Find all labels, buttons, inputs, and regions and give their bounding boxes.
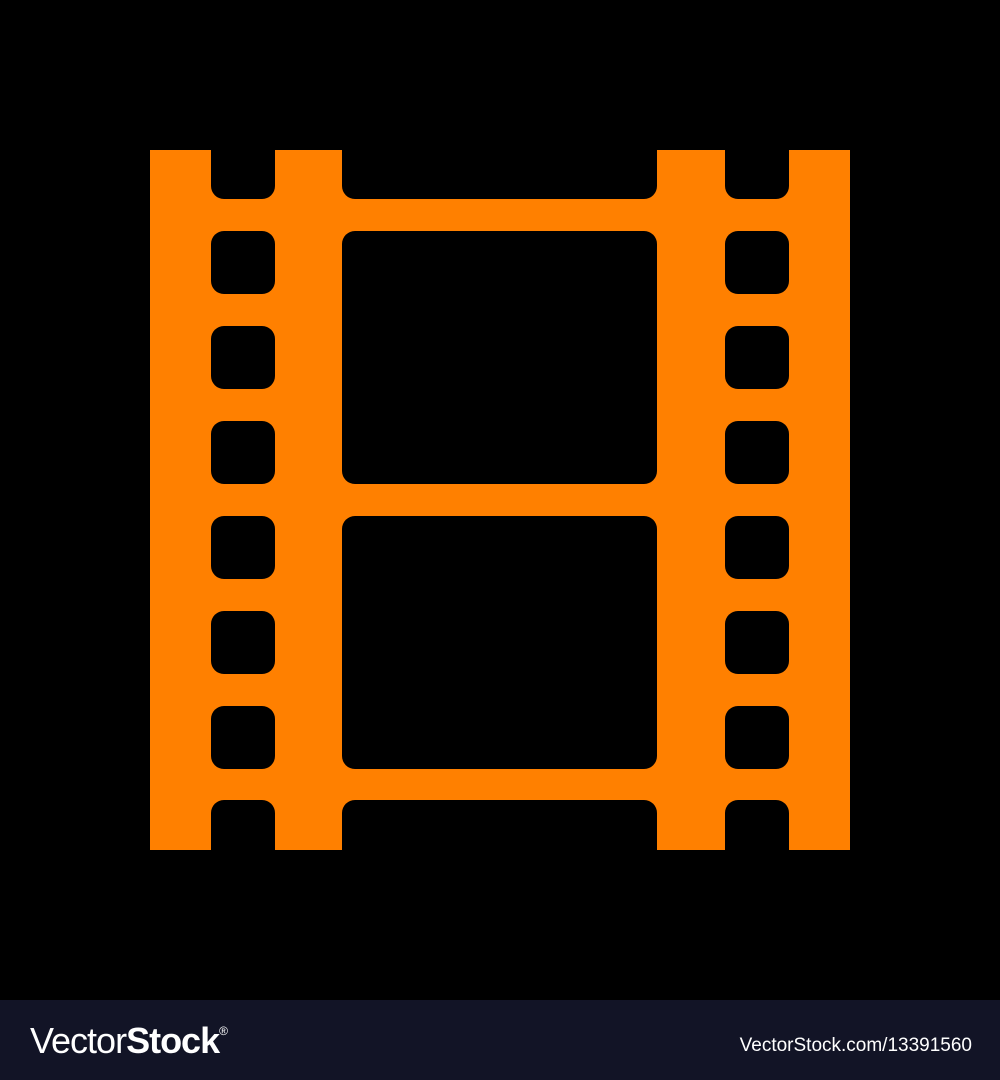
sprocket-hole (211, 611, 275, 674)
sprocket-notch (211, 130, 275, 199)
sprocket-notch (211, 800, 275, 870)
artwork (0, 0, 1000, 1000)
image-id: VectorStock.com/13391560 (739, 1035, 972, 1056)
sprocket-hole (725, 231, 789, 294)
film-frame (342, 231, 657, 484)
sprocket-hole (725, 326, 789, 389)
sprocket-hole (725, 421, 789, 484)
logo-text-light: Vector (30, 1020, 127, 1061)
logo-text-bold: Stock (126, 1020, 220, 1061)
sprocket-hole (211, 421, 275, 484)
sprocket-notch (725, 800, 789, 870)
sprocket-hole (725, 611, 789, 674)
film-strip-icon (150, 130, 850, 870)
frame-notch (342, 130, 657, 199)
frame-notch (342, 800, 657, 870)
sprocket-notch (725, 130, 789, 199)
film-frame (342, 516, 657, 769)
vectorstock-logo[interactable]: VectorStock® (30, 1020, 228, 1062)
registered-mark: ® (219, 1024, 228, 1038)
sprocket-hole (211, 706, 275, 769)
sprocket-hole (211, 516, 275, 579)
sprocket-hole (211, 326, 275, 389)
sprocket-hole (725, 516, 789, 579)
sprocket-hole (211, 231, 275, 294)
footer: VectorStock® VectorStock.com/13391560 (0, 1000, 1000, 1080)
sprocket-hole (725, 706, 789, 769)
